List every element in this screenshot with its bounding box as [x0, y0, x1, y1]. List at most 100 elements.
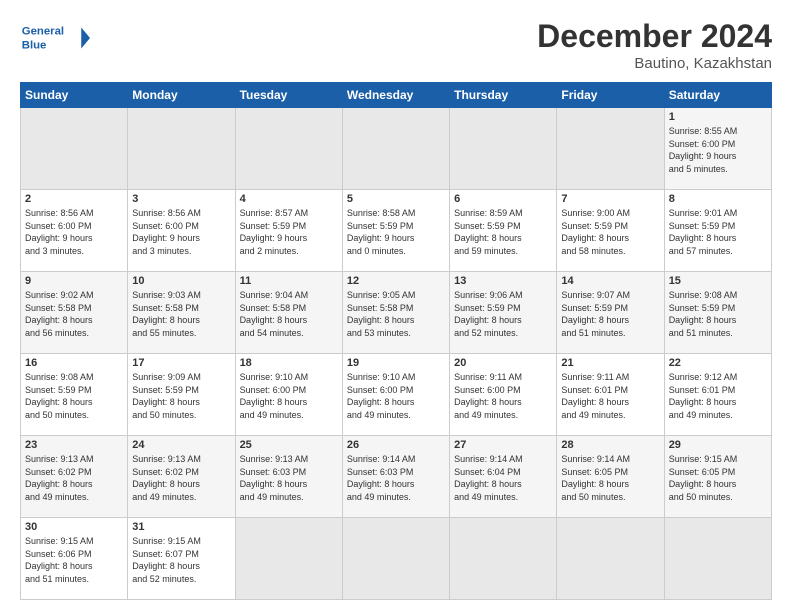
location: Bautino, Kazakhstan: [537, 55, 772, 72]
calendar-cell: [235, 518, 342, 600]
calendar-cell: 1 Sunrise: 8:55 AMSunset: 6:00 PMDaylight…: [664, 108, 771, 190]
day-number: 10: [132, 275, 230, 287]
day-info: Sunrise: 9:14 AMSunset: 6:05 PMDaylight:…: [561, 453, 659, 503]
day-info: Sunrise: 8:59 AMSunset: 5:59 PMDaylight:…: [454, 207, 552, 257]
day-number: 13: [454, 275, 552, 287]
day-info: Sunrise: 9:00 AMSunset: 5:59 PMDaylight:…: [561, 207, 659, 257]
col-monday: Monday: [128, 83, 235, 108]
title-area: December 2024 Bautino, Kazakhstan: [537, 18, 772, 72]
calendar-cell: 12Sunrise: 9:05 AMSunset: 5:58 PMDayligh…: [342, 272, 449, 354]
day-number: 1: [669, 111, 767, 123]
calendar-cell: [342, 108, 449, 190]
calendar-cell: 30Sunrise: 9:15 AMSunset: 6:06 PMDayligh…: [21, 518, 128, 600]
day-number: 18: [240, 357, 338, 369]
calendar-cell: 9 Sunrise: 9:02 AMSunset: 5:58 PMDaylight…: [21, 272, 128, 354]
day-info: Sunrise: 9:07 AMSunset: 5:59 PMDaylight:…: [561, 289, 659, 339]
day-info: Sunrise: 9:11 AMSunset: 6:01 PMDaylight:…: [561, 371, 659, 421]
calendar-cell: 5Sunrise: 8:58 AMSunset: 5:59 PMDaylight…: [342, 190, 449, 272]
calendar-cell: [450, 518, 557, 600]
calendar-week-0: 1 Sunrise: 8:55 AMSunset: 6:00 PMDaylight…: [21, 108, 772, 190]
col-saturday: Saturday: [664, 83, 771, 108]
calendar-cell: 18Sunrise: 9:10 AMSunset: 6:00 PMDayligh…: [235, 354, 342, 436]
calendar-cell: 8 Sunrise: 9:01 AMSunset: 5:59 PMDaylight…: [664, 190, 771, 272]
day-number: 4: [240, 193, 338, 205]
day-number: 3: [132, 193, 230, 205]
calendar-cell: 25 Sunrise: 9:13 AMSunset: 6:03 PMDayligh…: [235, 436, 342, 518]
day-info: Sunrise: 9:02 AMSunset: 5:58 PMDaylight:…: [25, 289, 123, 339]
day-number: 5: [347, 193, 445, 205]
day-info: Sunrise: 9:05 AMSunset: 5:58 PMDaylight:…: [347, 289, 445, 339]
col-sunday: Sunday: [21, 83, 128, 108]
calendar-cell: 19Sunrise: 9:10 AMSunset: 6:00 PMDayligh…: [342, 354, 449, 436]
day-info: Sunrise: 9:13 AMSunset: 6:02 PMDaylight:…: [25, 453, 123, 503]
day-number: 9: [25, 275, 123, 287]
calendar-cell: 17Sunrise: 9:09 AMSunset: 5:59 PMDayligh…: [128, 354, 235, 436]
calendar-week-1: 2 Sunrise: 8:56 AMSunset: 6:00 PMDaylight…: [21, 190, 772, 272]
day-number: 16: [25, 357, 123, 369]
day-number: 20: [454, 357, 552, 369]
calendar-cell: [664, 518, 771, 600]
day-number: 31: [132, 521, 230, 533]
calendar-week-4: 23 Sunrise: 9:13 AMSunset: 6:02 PMDayligh…: [21, 436, 772, 518]
calendar-cell: 26 Sunrise: 9:14 AMSunset: 6:03 PMDayligh…: [342, 436, 449, 518]
day-info: Sunrise: 9:15 AMSunset: 6:06 PMDaylight:…: [25, 535, 123, 585]
calendar-cell: 4 Sunrise: 8:57 AMSunset: 5:59 PMDaylight…: [235, 190, 342, 272]
calendar-body: 1 Sunrise: 8:55 AMSunset: 6:00 PMDaylight…: [21, 108, 772, 600]
calendar-cell: [342, 518, 449, 600]
day-number: 27: [454, 439, 552, 451]
header: General Blue December 2024 Bautino, Kaza…: [20, 18, 772, 72]
logo: General Blue: [20, 18, 90, 58]
calendar-cell: 23 Sunrise: 9:13 AMSunset: 6:02 PMDayligh…: [21, 436, 128, 518]
day-number: 11: [240, 275, 338, 287]
day-number: 17: [132, 357, 230, 369]
svg-text:General: General: [22, 26, 64, 38]
day-info: Sunrise: 9:10 AMSunset: 6:00 PMDaylight:…: [347, 371, 445, 421]
logo-svg: General Blue: [20, 18, 90, 58]
month-title: December 2024: [537, 18, 772, 55]
calendar-cell: 6 Sunrise: 8:59 AMSunset: 5:59 PMDaylight…: [450, 190, 557, 272]
calendar-week-3: 16 Sunrise: 9:08 AMSunset: 5:59 PMDayligh…: [21, 354, 772, 436]
calendar-cell: 13 Sunrise: 9:06 AMSunset: 5:59 PMDayligh…: [450, 272, 557, 354]
day-number: 29: [669, 439, 767, 451]
day-info: Sunrise: 9:14 AMSunset: 6:03 PMDaylight:…: [347, 453, 445, 503]
calendar-cell: [557, 518, 664, 600]
day-number: 8: [669, 193, 767, 205]
day-number: 26: [347, 439, 445, 451]
calendar-cell: [450, 108, 557, 190]
calendar-table: Sunday Monday Tuesday Wednesday Thursday…: [20, 82, 772, 600]
day-info: Sunrise: 9:13 AMSunset: 6:02 PMDaylight:…: [132, 453, 230, 503]
calendar-cell: [235, 108, 342, 190]
day-info: Sunrise: 9:11 AMSunset: 6:00 PMDaylight:…: [454, 371, 552, 421]
day-number: 7: [561, 193, 659, 205]
calendar-header-row: Sunday Monday Tuesday Wednesday Thursday…: [21, 83, 772, 108]
day-info: Sunrise: 9:12 AMSunset: 6:01 PMDaylight:…: [669, 371, 767, 421]
calendar-cell: 27 Sunrise: 9:14 AMSunset: 6:04 PMDayligh…: [450, 436, 557, 518]
day-info: Sunrise: 9:13 AMSunset: 6:03 PMDaylight:…: [240, 453, 338, 503]
calendar-cell: 16 Sunrise: 9:08 AMSunset: 5:59 PMDayligh…: [21, 354, 128, 436]
day-info: Sunrise: 9:15 AMSunset: 6:05 PMDaylight:…: [669, 453, 767, 503]
calendar-cell: 28Sunrise: 9:14 AMSunset: 6:05 PMDayligh…: [557, 436, 664, 518]
day-number: 14: [561, 275, 659, 287]
day-number: 6: [454, 193, 552, 205]
col-wednesday: Wednesday: [342, 83, 449, 108]
day-number: 23: [25, 439, 123, 451]
day-info: Sunrise: 9:03 AMSunset: 5:58 PMDaylight:…: [132, 289, 230, 339]
calendar-week-5: 30Sunrise: 9:15 AMSunset: 6:06 PMDayligh…: [21, 518, 772, 600]
calendar-cell: 2Sunrise: 8:56 AMSunset: 6:00 PMDaylight…: [21, 190, 128, 272]
day-number: 25: [240, 439, 338, 451]
day-info: Sunrise: 8:57 AMSunset: 5:59 PMDaylight:…: [240, 207, 338, 257]
calendar-cell: 24 Sunrise: 9:13 AMSunset: 6:02 PMDayligh…: [128, 436, 235, 518]
calendar-cell: 10 Sunrise: 9:03 AMSunset: 5:58 PMDayligh…: [128, 272, 235, 354]
calendar-week-2: 9 Sunrise: 9:02 AMSunset: 5:58 PMDaylight…: [21, 272, 772, 354]
day-number: 21: [561, 357, 659, 369]
day-info: Sunrise: 8:55 AMSunset: 6:00 PMDaylight:…: [669, 125, 767, 175]
day-info: Sunrise: 9:01 AMSunset: 5:59 PMDaylight:…: [669, 207, 767, 257]
day-number: 24: [132, 439, 230, 451]
day-info: Sunrise: 9:08 AMSunset: 5:59 PMDaylight:…: [25, 371, 123, 421]
day-info: Sunrise: 9:14 AMSunset: 6:04 PMDaylight:…: [454, 453, 552, 503]
day-info: Sunrise: 8:56 AMSunset: 6:00 PMDaylight:…: [132, 207, 230, 257]
day-number: 2: [25, 193, 123, 205]
calendar-cell: 11Sunrise: 9:04 AMSunset: 5:58 PMDayligh…: [235, 272, 342, 354]
day-info: Sunrise: 9:06 AMSunset: 5:59 PMDaylight:…: [454, 289, 552, 339]
page: General Blue December 2024 Bautino, Kaza…: [0, 0, 792, 612]
